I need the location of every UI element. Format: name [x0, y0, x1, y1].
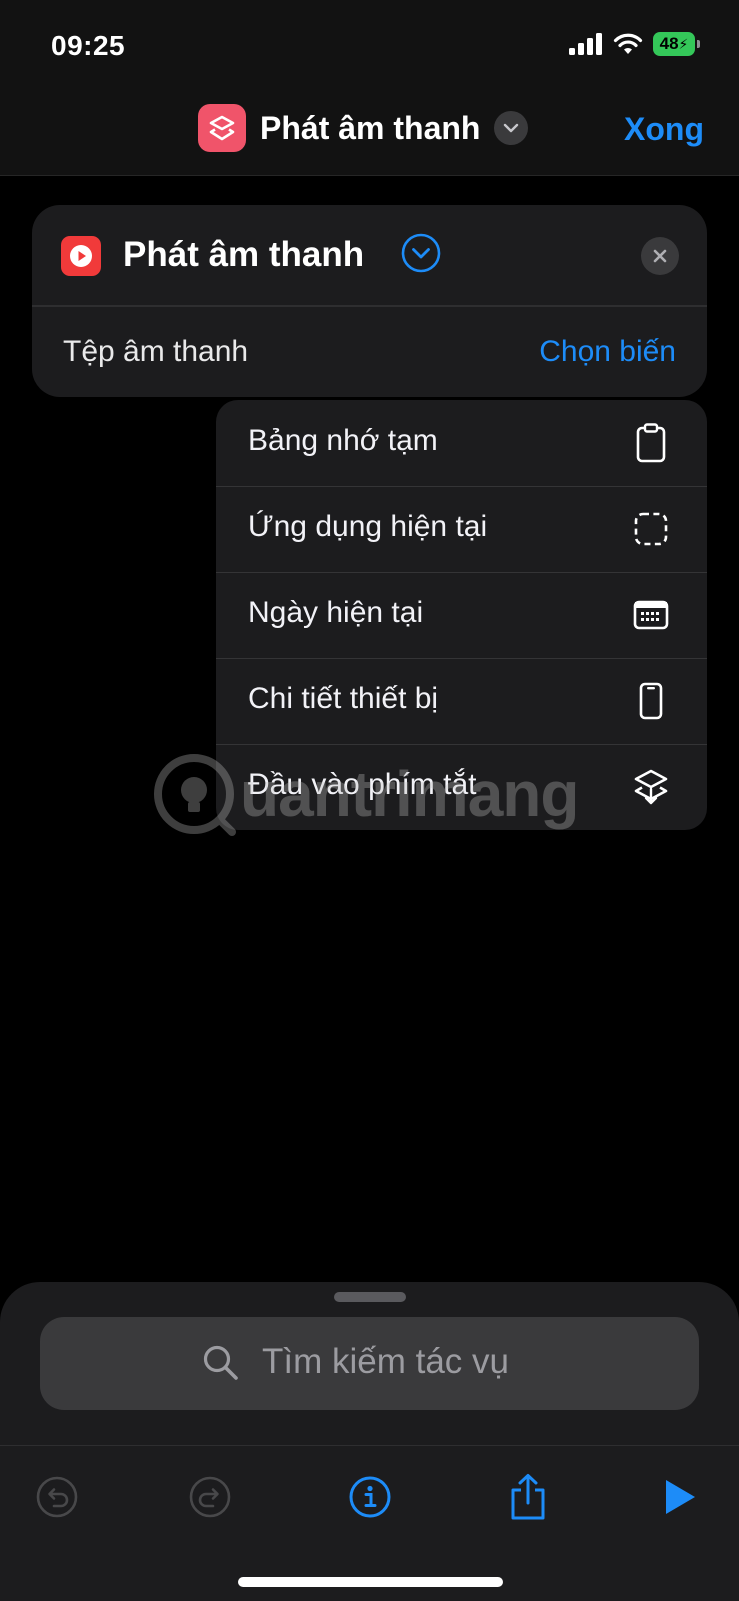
action-card: Phát âm thanh Tệp âm thanh Chọn biến [32, 205, 707, 397]
action-card-header: Phát âm thanh [32, 205, 707, 307]
charging-icon: ⚡ [678, 35, 689, 52]
shortcut-title-menu[interactable]: Phát âm thanh [198, 104, 529, 152]
choose-variable-button[interactable]: Chọn biến [539, 335, 676, 369]
menu-item-device-details[interactable]: Chi tiết thiết bị [216, 658, 707, 745]
watermark-text: uantrimang [240, 758, 579, 830]
sheet-grabber[interactable] [334, 1292, 406, 1302]
redo-button[interactable] [185, 1472, 235, 1522]
shortcuts-app-icon [198, 104, 246, 152]
home-indicator[interactable] [238, 1577, 503, 1587]
close-icon[interactable] [641, 237, 679, 275]
chevron-down-icon[interactable] [494, 111, 529, 145]
status-indicators: 48 ⚡ [569, 32, 700, 56]
menu-item-label: Ngày hiện tại [248, 596, 424, 629]
calendar-icon [631, 593, 671, 637]
expand-chevron-icon[interactable] [401, 233, 441, 273]
play-sound-icon [61, 236, 101, 276]
menu-item-label: Ứng dụng hiện tại [248, 510, 488, 543]
watermark-logo: uantrimang [152, 752, 579, 836]
share-button[interactable] [503, 1472, 553, 1522]
shortcut-title: Phát âm thanh [260, 109, 481, 146]
menu-item-label: Chi tiết thiết bị [248, 682, 439, 715]
menu-item-current-app[interactable]: Ứng dụng hiện tại [216, 486, 707, 573]
cellular-signal-icon [569, 33, 602, 55]
menu-item-clipboard[interactable]: Bảng nhớ tạm [216, 400, 707, 487]
search-field[interactable]: Tìm kiếm tác vụ [40, 1317, 699, 1410]
done-button[interactable]: Xong [624, 111, 704, 148]
redo-icon [189, 1476, 231, 1518]
phone-icon [631, 679, 671, 723]
undo-icon [36, 1476, 78, 1518]
clipboard-icon [631, 421, 671, 465]
lightbulb-logo-icon [154, 754, 236, 836]
battery-level: 48 [659, 34, 679, 53]
menu-item-current-date[interactable]: Ngày hiện tại [216, 572, 707, 659]
status-time: 09:25 [51, 30, 126, 61]
undo-button[interactable] [32, 1472, 82, 1522]
search-icon [203, 1345, 238, 1380]
wifi-icon [613, 33, 643, 54]
shortcuts-icon [631, 765, 671, 809]
share-icon [511, 1474, 545, 1520]
search-placeholder: Tìm kiếm tác vụ [262, 1342, 509, 1381]
audio-file-label: Tệp âm thanh [63, 335, 249, 368]
info-icon [349, 1476, 391, 1518]
battery-indicator: 48 ⚡ [653, 32, 700, 56]
menu-item-label: Bảng nhớ tạm [248, 424, 438, 457]
run-button[interactable] [655, 1472, 705, 1522]
play-icon [666, 1480, 695, 1514]
info-button[interactable] [345, 1472, 395, 1522]
app-frame-icon [631, 507, 671, 551]
action-title: Phát âm thanh [123, 235, 365, 274]
